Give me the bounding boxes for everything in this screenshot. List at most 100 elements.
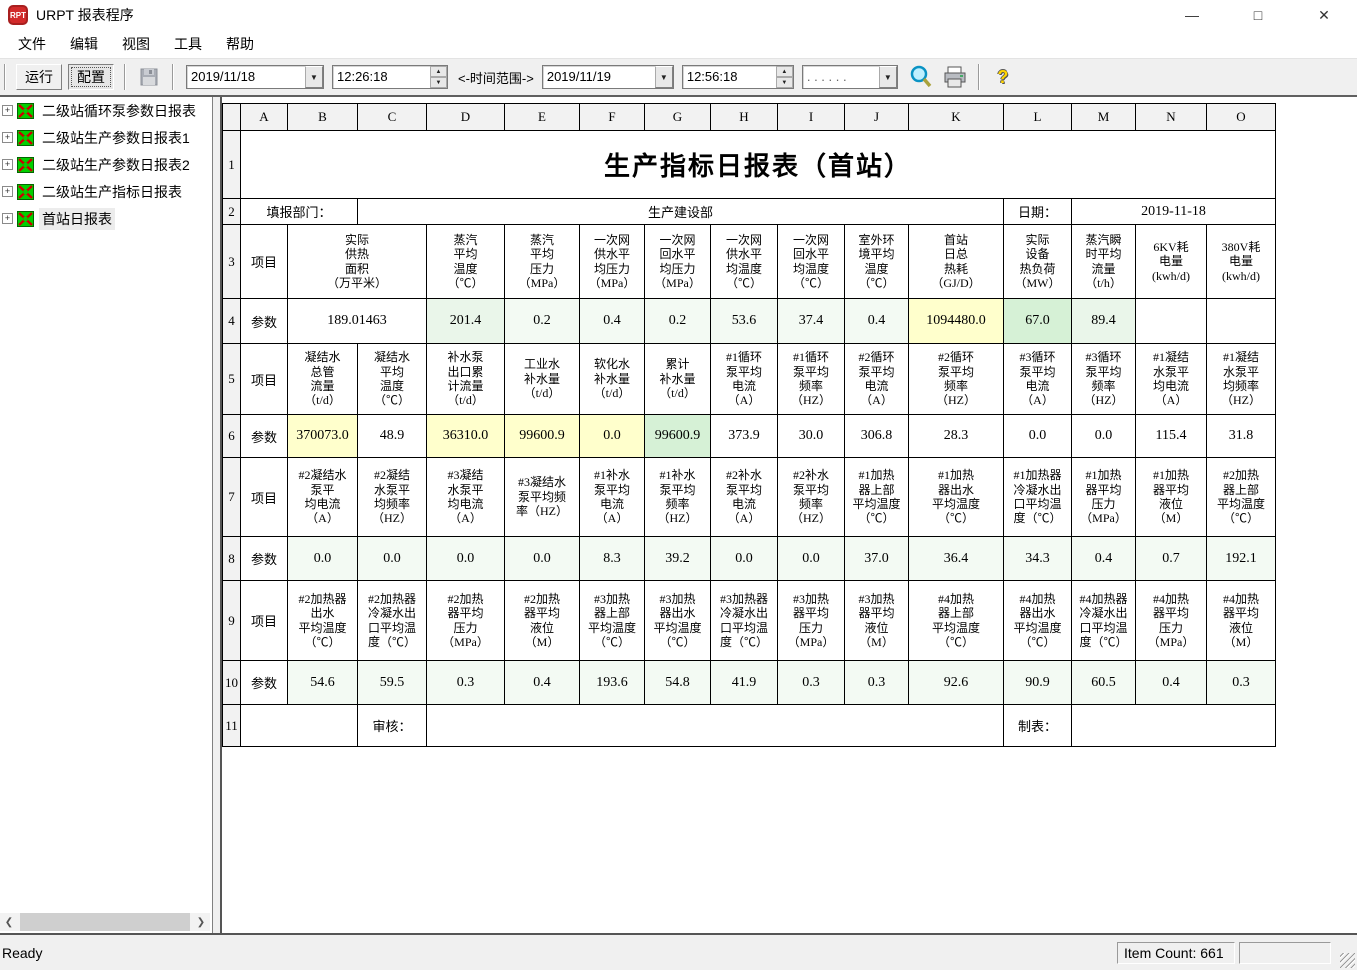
cell-r6-c11[interactable]: 0.0 [1004, 415, 1072, 458]
cell-r4-c7[interactable]: 37.4 [778, 299, 845, 344]
column-header-O[interactable]: O [1207, 104, 1276, 131]
cell-r7-c4[interactable]: #3凝结水 泵平均频 率（HZ） [505, 458, 580, 537]
cell-r10-c10[interactable]: 92.6 [909, 661, 1004, 705]
menu-item-0[interactable]: 文件 [6, 30, 58, 58]
cell-r10-c6[interactable]: 54.8 [645, 661, 711, 705]
cell-r5-c2[interactable]: 凝结水 平均 温度 （℃） [358, 344, 427, 415]
row-header-3[interactable]: 3 [223, 225, 241, 299]
run-button[interactable]: 运行 [16, 64, 62, 90]
row-header-7[interactable]: 7 [223, 458, 241, 537]
cell-r4-c0[interactable]: 参数 [241, 299, 288, 344]
spin-up-icon[interactable]: ▲ [430, 66, 447, 77]
start-time-spinner[interactable]: 12:26:18 ▲ ▼ [332, 65, 448, 89]
cell-r2-c1[interactable]: 生产建设部 [358, 199, 1004, 225]
cell-r2-c0[interactable]: 填报部门： [241, 199, 358, 225]
cell-r3-c0[interactable]: 项目 [241, 225, 288, 299]
cell-r6-c3[interactable]: 36310.0 [427, 415, 505, 458]
cell-r3-c3[interactable]: 蒸汽 平均 压力 （MPa） [505, 225, 580, 299]
cell-r10-c14[interactable]: 0.3 [1207, 661, 1276, 705]
cell-r9-c14[interactable]: #4加热 器平均 液位 （M） [1207, 581, 1276, 661]
cell-r6-c14[interactable]: 31.8 [1207, 415, 1276, 458]
cell-r9-c11[interactable]: #4加热 器出水 平均温度 （℃） [1004, 581, 1072, 661]
cell-r6-c8[interactable]: 30.0 [778, 415, 845, 458]
cell-r6-c1[interactable]: 370073.0 [288, 415, 358, 458]
cell-r4-c4[interactable]: 0.4 [580, 299, 645, 344]
cell-r5-c7[interactable]: #1循环 泵平均 电流 （A） [711, 344, 778, 415]
chevron-down-icon[interactable]: ▼ [655, 66, 673, 88]
cell-r6-c4[interactable]: 99600.9 [505, 415, 580, 458]
cell-r4-c9[interactable]: 1094480.0 [909, 299, 1004, 344]
cell-r10-c13[interactable]: 0.4 [1136, 661, 1207, 705]
cell-r3-c1[interactable]: 实际 供热 面积 （万平米） [288, 225, 427, 299]
cell-r2-c3[interactable]: 2019-11-18 [1072, 199, 1276, 225]
spin-down-icon[interactable]: ▼ [776, 77, 793, 88]
config-button[interactable]: 配置 [68, 64, 114, 90]
cell-r7-c7[interactable]: #2补水 泵平均 电流 （A） [711, 458, 778, 537]
cell-r8-c11[interactable]: 34.3 [1004, 537, 1072, 581]
print-button[interactable] [940, 64, 970, 90]
cell-r5-c9[interactable]: #2循环 泵平均 电流 （A） [845, 344, 909, 415]
cell-r5-c12[interactable]: #3循环 泵平均 频率 （HZ） [1072, 344, 1136, 415]
cell-r3-c5[interactable]: 一次网 回水平 均压力 （MPa） [645, 225, 711, 299]
scroll-left-icon[interactable]: ❮ [0, 913, 18, 931]
cell-r7-c11[interactable]: #1加热器 冷凝水出 口平均温 度（℃） [1004, 458, 1072, 537]
cell-r3-c2[interactable]: 蒸汽 平均 温度 （℃） [427, 225, 505, 299]
cell-r5-c4[interactable]: 工业水 补水量 （t/d） [505, 344, 580, 415]
cell-r7-c6[interactable]: #1补水 泵平均 频率 （HZ） [645, 458, 711, 537]
cell-r10-c0[interactable]: 参数 [241, 661, 288, 705]
cell-r4-c12[interactable] [1136, 299, 1207, 344]
cell-r5-c3[interactable]: 补水泵 出口累 计流量 （t/d） [427, 344, 505, 415]
cell-r6-c7[interactable]: 373.9 [711, 415, 778, 458]
cell-r8-c4[interactable]: 0.0 [505, 537, 580, 581]
cell-r8-c6[interactable]: 39.2 [645, 537, 711, 581]
maximize-button[interactable]: □ [1225, 0, 1291, 30]
cell-r6-c9[interactable]: 306.8 [845, 415, 909, 458]
start-date-picker[interactable]: 2019/11/18 ▼ [186, 65, 324, 89]
cell-r8-c0[interactable]: 参数 [241, 537, 288, 581]
tree-horizontal-scrollbar[interactable]: ❮ ❯ [0, 913, 210, 931]
cell-r9-c6[interactable]: #3加热 器出水 平均温度 （℃） [645, 581, 711, 661]
cell-r8-c3[interactable]: 0.0 [427, 537, 505, 581]
cell-r3-c13[interactable]: 380V耗 电量 (kwh/d) [1207, 225, 1276, 299]
cell-r9-c5[interactable]: #3加热 器上部 平均温度 （℃） [580, 581, 645, 661]
row-header-9[interactable]: 9 [223, 581, 241, 661]
filter-combobox[interactable]: . . . . . . ▼ [802, 65, 898, 89]
cell-r4-c3[interactable]: 0.2 [505, 299, 580, 344]
cell-r3-c8[interactable]: 室外环 境平均 温度 （℃） [845, 225, 909, 299]
sidebar-item-1[interactable]: +二级站生产参数日报表1 [0, 124, 212, 151]
menu-item-3[interactable]: 工具 [162, 30, 214, 58]
cell-r7-c3[interactable]: #3凝结 水泵平 均电流 （A） [427, 458, 505, 537]
cell-r8-c13[interactable]: 0.7 [1136, 537, 1207, 581]
column-header-K[interactable]: K [909, 104, 1004, 131]
column-header-A[interactable]: A [241, 104, 288, 131]
row-header-8[interactable]: 8 [223, 537, 241, 581]
cell-r11-c3[interactable]: 制表： [1004, 705, 1072, 747]
row-header-6[interactable]: 6 [223, 415, 241, 458]
search-button[interactable] [906, 64, 936, 90]
cell-r8-c7[interactable]: 0.0 [711, 537, 778, 581]
cell-r4-c13[interactable] [1207, 299, 1276, 344]
cell-r6-c0[interactable]: 参数 [241, 415, 288, 458]
help-button[interactable]: ? [988, 64, 1018, 90]
cell-r10-c7[interactable]: 41.9 [711, 661, 778, 705]
expand-plus-icon[interactable]: + [2, 186, 13, 197]
cell-r7-c1[interactable]: #2凝结水 泵平 均电流 （A） [288, 458, 358, 537]
cell-r8-c1[interactable]: 0.0 [288, 537, 358, 581]
cell-r8-c10[interactable]: 36.4 [909, 537, 1004, 581]
sidebar-item-0[interactable]: +二级站循环泵参数日报表 [0, 97, 212, 124]
cell-r10-c11[interactable]: 90.9 [1004, 661, 1072, 705]
resize-grip[interactable] [1340, 953, 1355, 968]
sidebar-item-3[interactable]: +二级站生产指标日报表 [0, 178, 212, 205]
column-header-L[interactable]: L [1004, 104, 1072, 131]
cell-r7-c9[interactable]: #1加热 器上部 平均温度 （℃） [845, 458, 909, 537]
menu-item-2[interactable]: 视图 [110, 30, 162, 58]
column-header-N[interactable]: N [1136, 104, 1207, 131]
row-header-11[interactable]: 11 [223, 705, 241, 747]
sidebar-item-2[interactable]: +二级站生产参数日报表2 [0, 151, 212, 178]
chevron-down-icon[interactable]: ▼ [879, 66, 897, 88]
panel-splitter[interactable] [212, 97, 222, 933]
chevron-down-icon[interactable]: ▼ [305, 66, 323, 88]
cell-r3-c9[interactable]: 首站 日总 热耗 （GJ/D） [909, 225, 1004, 299]
cell-r8-c9[interactable]: 37.0 [845, 537, 909, 581]
cell-r10-c4[interactable]: 0.4 [505, 661, 580, 705]
